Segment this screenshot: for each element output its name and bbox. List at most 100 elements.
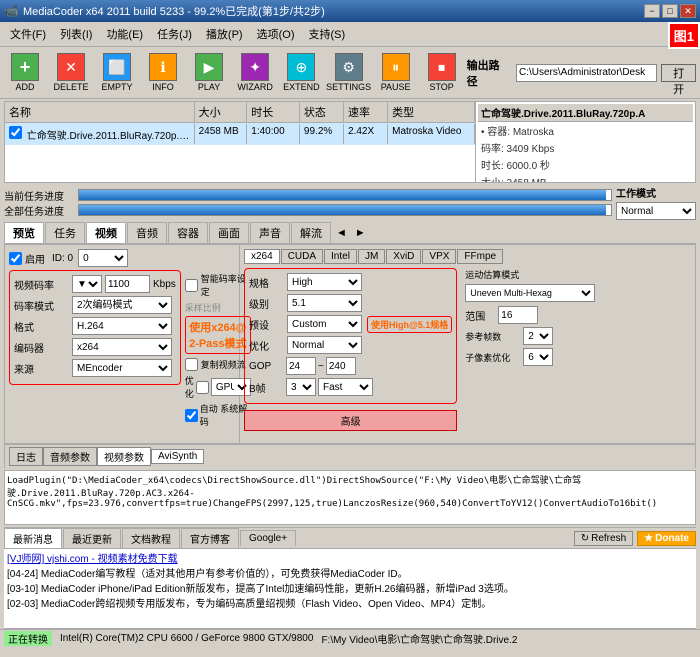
props-size: 大小: 2458 MB: [478, 173, 693, 182]
menu-file[interactable]: 文件(F): [4, 24, 52, 44]
tab-arrow-left[interactable]: ◄: [332, 225, 351, 241]
ref-select[interactable]: 2: [523, 327, 553, 345]
bframe-select[interactable]: 3: [286, 378, 316, 396]
close-button[interactable]: ✕: [680, 4, 696, 18]
tab-log[interactable]: 日志: [9, 447, 43, 466]
news-tab-blog[interactable]: 官方博客: [181, 528, 239, 548]
work-mode-label: 工作模式: [616, 185, 656, 200]
news-tab-google[interactable]: Google+: [240, 530, 296, 546]
preset-select[interactable]: Custom: [287, 315, 362, 333]
empty-button[interactable]: ⬜ EMPTY: [96, 50, 138, 95]
menu-support[interactable]: 支持(S): [303, 24, 352, 44]
tab-preview[interactable]: 预览: [4, 222, 44, 243]
table-row[interactable]: 亡命驾驶.Drive.2011.BluRay.720p.AC3... 2458 …: [5, 123, 475, 145]
tab-vpx[interactable]: VPX: [422, 249, 456, 264]
file-type: Matroska Video: [388, 124, 475, 144]
advanced-button[interactable]: 高级: [244, 410, 457, 431]
stop-button[interactable]: ⏹ STOP: [421, 50, 463, 95]
profile-select[interactable]: High: [287, 273, 362, 291]
source-select[interactable]: MEncoder: [72, 359, 172, 377]
tab-picture[interactable]: 画面: [209, 222, 249, 243]
copy-stream-checkbox[interactable]: [185, 358, 198, 371]
add-button[interactable]: + ADD: [4, 50, 46, 95]
tab-avisynth[interactable]: AviSynth: [151, 449, 204, 464]
video-settings-outline: 视频码率 ▼ Kbps 码率模式 2次编码模式 格式 H.264: [9, 270, 181, 385]
rate-mode-select[interactable]: ▼: [72, 275, 102, 293]
tab-arrow-right[interactable]: ►: [351, 225, 370, 241]
window-title: MediaCoder x64 2011 build 5233 - 99.2%已完…: [23, 3, 325, 19]
minimize-button[interactable]: −: [644, 4, 660, 18]
file-status: 99.2%: [300, 124, 344, 144]
menu-play[interactable]: 播放(P): [200, 24, 249, 44]
pause-button[interactable]: ⏸ PAUSE: [375, 50, 417, 95]
tab-audio[interactable]: 音频: [127, 222, 167, 243]
donate-button[interactable]: ★ Donate: [637, 531, 696, 546]
bframe-row: B帧 3 Fast: [249, 378, 452, 396]
tab-video[interactable]: 视频: [86, 222, 126, 243]
auto-decode-checkbox[interactable]: [185, 409, 198, 422]
bframe-label: B帧: [249, 380, 284, 395]
star-icon: ★: [644, 533, 653, 544]
col-duration: 时长: [247, 102, 300, 122]
rate-input[interactable]: [105, 275, 150, 293]
format-select[interactable]: H.264: [72, 317, 172, 335]
wizard-button[interactable]: ✦ WIZARD: [234, 50, 276, 95]
file-duration: 1:40:00: [247, 124, 300, 144]
level-select[interactable]: 5.1: [287, 294, 362, 312]
refresh-button[interactable]: ↻ Refresh: [574, 531, 633, 546]
bframe-mode-select[interactable]: Fast: [318, 378, 373, 396]
tab-xvid[interactable]: XviD: [386, 249, 421, 264]
gop-label: GOP: [249, 361, 284, 372]
output-path-input[interactable]: [516, 64, 657, 82]
props-bitrate: 码率: 3409 Kbps: [478, 139, 693, 156]
open-folder-button[interactable]: 打开: [661, 64, 696, 82]
extend-button[interactable]: ⊕ EXTEND: [280, 50, 323, 95]
news-item-0[interactable]: [VJ师网] vjshi.com - 视频素材免费下载: [7, 552, 693, 567]
bitrate-mode-select[interactable]: 2次编码模式: [72, 296, 172, 314]
preset-label: 预设: [249, 317, 284, 332]
optimize-label: 优化: [185, 374, 194, 400]
optimize-checkbox[interactable]: [196, 381, 209, 394]
news-tab-latest[interactable]: 最新消息: [4, 528, 62, 548]
file-checkbox[interactable]: [9, 126, 22, 139]
menu-options[interactable]: 选项(O): [251, 24, 301, 44]
smart-rate-checkbox[interactable]: [185, 279, 198, 292]
delete-button[interactable]: ✕ DELETE: [50, 50, 92, 95]
corner-label: 图1: [668, 22, 700, 49]
subpixel-select[interactable]: 6: [523, 348, 553, 366]
tab-sound[interactable]: 声音: [250, 222, 290, 243]
settings-button[interactable]: ⚙ SETTINGS: [327, 50, 371, 95]
news-tab-updates[interactable]: 最近更新: [63, 528, 121, 548]
tab-intel[interactable]: Intel: [324, 249, 357, 264]
news-tab-docs[interactable]: 文档教程: [122, 528, 180, 548]
play-button[interactable]: ▶ PLAY: [188, 50, 230, 95]
tab-audio-params[interactable]: 音频参数: [43, 447, 97, 466]
menu-task[interactable]: 任务(J): [151, 24, 198, 44]
gop-from-input[interactable]: [286, 357, 316, 375]
profile-label: 规格: [249, 275, 284, 290]
file-list: 名称 大小 时长 状态 速率 类型 亡命驾驶.Drive.2011.BluRay…: [5, 102, 475, 182]
range-input[interactable]: [498, 306, 538, 324]
task-progress-label: 当前任务进度: [4, 188, 74, 203]
work-mode-select[interactable]: Normal: [616, 202, 696, 220]
tab-container[interactable]: 容器: [168, 222, 208, 243]
menu-list[interactable]: 列表(I): [54, 24, 98, 44]
tune-select[interactable]: Normal: [287, 336, 362, 354]
info-button[interactable]: ℹ INFO: [142, 50, 184, 95]
menu-func[interactable]: 功能(E): [100, 24, 149, 44]
tab-demux[interactable]: 解流: [291, 222, 331, 243]
tab-video-params[interactable]: 视频参数: [97, 447, 151, 466]
output-path-label: 输出路径: [467, 57, 508, 89]
enable-video-checkbox[interactable]: [9, 252, 22, 265]
tab-ffmpe[interactable]: FFmpe: [457, 249, 503, 264]
tab-x264[interactable]: x264: [244, 249, 280, 264]
gop-to-input[interactable]: [326, 357, 356, 375]
encoder-select[interactable]: x264: [72, 338, 172, 356]
tab-cuda[interactable]: CUDA: [281, 249, 323, 264]
motion-select[interactable]: Uneven Multi-Hexag: [465, 284, 595, 302]
maximize-button[interactable]: □: [662, 4, 678, 18]
tab-jm[interactable]: JM: [358, 249, 385, 264]
tab-task[interactable]: 任务: [45, 222, 85, 243]
id-select[interactable]: 0: [78, 249, 128, 267]
file-name: 亡命驾驶.Drive.2011.BluRay.720p.AC3...: [5, 124, 195, 144]
